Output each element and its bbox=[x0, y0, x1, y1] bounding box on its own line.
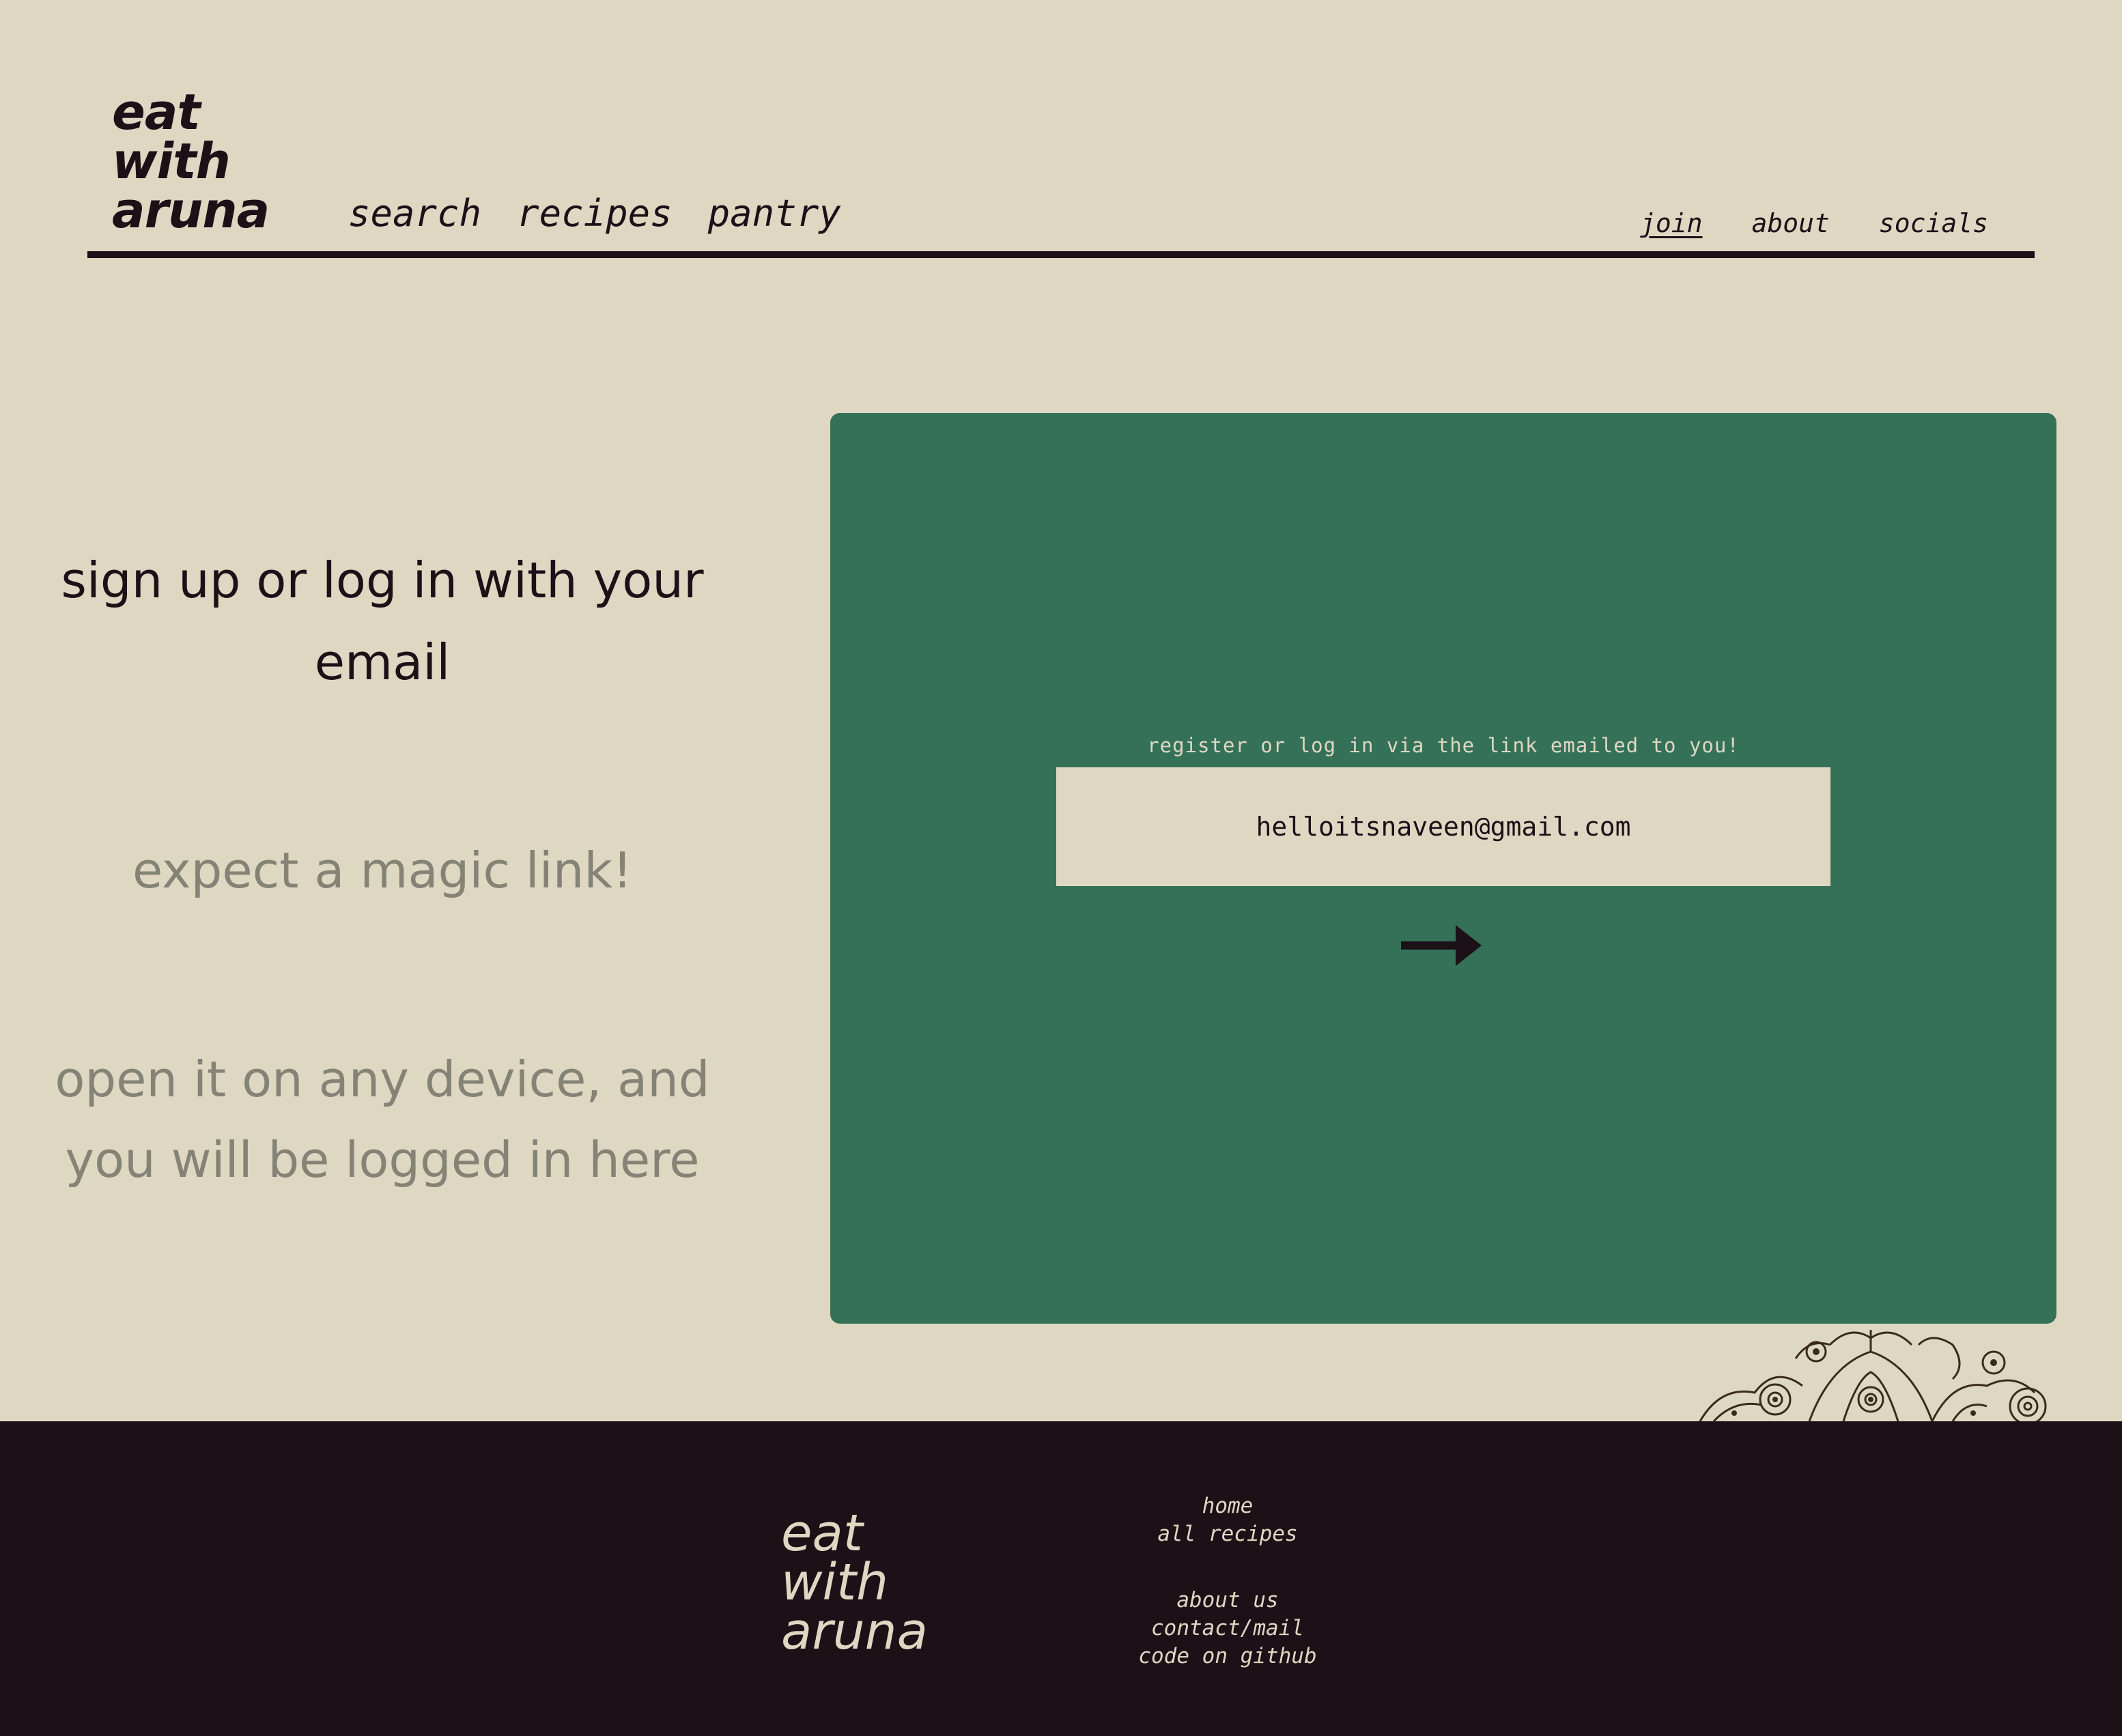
footer-links: home all recipes about us contact/mail c… bbox=[1091, 1492, 1364, 1670]
step-magic-link: expect a magic link! bbox=[132, 842, 632, 899]
footer-logo[interactable]: eat with aruna bbox=[781, 1504, 928, 1661]
nav-link-recipes[interactable]: recipes bbox=[517, 191, 673, 236]
site-logo[interactable]: eat with aruna bbox=[112, 83, 270, 239]
logo-line: with bbox=[112, 132, 231, 190]
header-divider bbox=[87, 251, 2035, 258]
main-nav: search recipes pantry bbox=[348, 191, 841, 236]
footer-link-home[interactable]: home bbox=[1091, 1492, 1364, 1520]
footer-link-all-recipes[interactable]: all recipes bbox=[1091, 1520, 1364, 1548]
nav-link-join[interactable]: join bbox=[1640, 206, 1703, 240]
logo-line: eat bbox=[112, 83, 201, 141]
site-footer: eat with aruna home all recipes about us… bbox=[0, 1421, 2122, 1736]
arrow-right-icon[interactable] bbox=[1401, 922, 1483, 969]
logo-line: eat bbox=[781, 1504, 863, 1563]
nav-link-socials[interactable]: socials bbox=[1879, 206, 1988, 240]
nav-link-search[interactable]: search bbox=[348, 191, 481, 236]
footer-link-github[interactable]: code on github bbox=[1091, 1642, 1364, 1670]
logo-line: with bbox=[781, 1553, 888, 1612]
footer-links-spacer bbox=[1091, 1548, 1364, 1586]
mandala-ornament-icon bbox=[1699, 1330, 2047, 1421]
footer-link-contact[interactable]: contact/mail bbox=[1091, 1614, 1364, 1642]
footer-link-about-us[interactable]: about us bbox=[1091, 1586, 1364, 1614]
login-panel: register or log in via the link emailed … bbox=[830, 413, 2056, 1324]
nav-link-pantry[interactable]: pantry bbox=[708, 191, 841, 236]
login-hint: register or log in via the link emailed … bbox=[1147, 734, 1740, 757]
secondary-nav: join about socials bbox=[1640, 206, 1988, 240]
nav-link-about[interactable]: about bbox=[1752, 206, 1830, 240]
step-open-device: open it on any device, and you will be l… bbox=[55, 1051, 710, 1189]
logo-line: aruna bbox=[781, 1602, 928, 1661]
email-field[interactable] bbox=[1056, 767, 1830, 886]
logo-line: aruna bbox=[112, 182, 270, 239]
page-title: sign up or log in with your email bbox=[61, 552, 704, 691]
